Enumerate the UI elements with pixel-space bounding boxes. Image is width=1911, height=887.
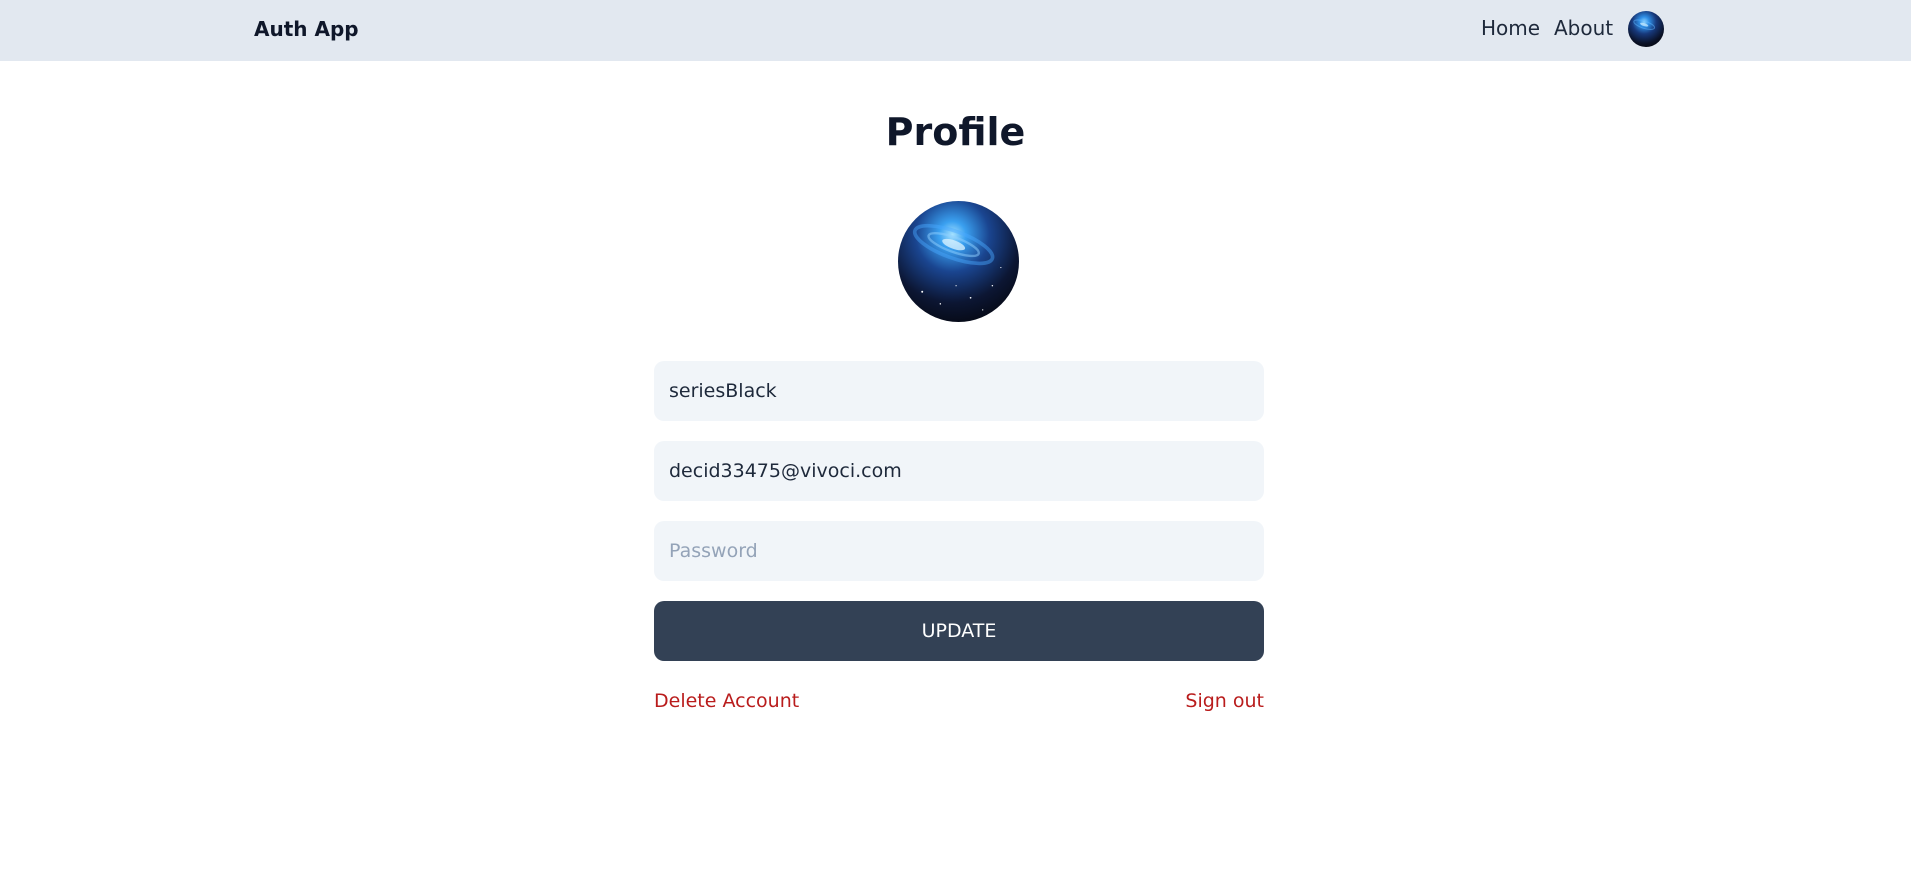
brand-logo-text[interactable]: Auth App [254, 17, 359, 41]
nav-link-home[interactable]: Home [1481, 16, 1540, 40]
galaxy-avatar-image [898, 201, 1019, 322]
email-field[interactable] [654, 441, 1264, 501]
navbar: Auth App Home About [0, 0, 1911, 61]
password-field[interactable] [654, 521, 1264, 581]
delete-account-link[interactable]: Delete Account [654, 690, 799, 712]
username-field[interactable] [654, 361, 1264, 421]
page-title: Profile [885, 110, 1026, 154]
galaxy-avatar-icon [1628, 11, 1664, 47]
update-button[interactable]: UPDATE [654, 601, 1264, 661]
nav-avatar[interactable] [1628, 11, 1664, 47]
sign-out-link[interactable]: Sign out [1185, 690, 1264, 712]
profile-avatar[interactable] [898, 201, 1019, 322]
nav-link-about[interactable]: About [1554, 16, 1613, 40]
